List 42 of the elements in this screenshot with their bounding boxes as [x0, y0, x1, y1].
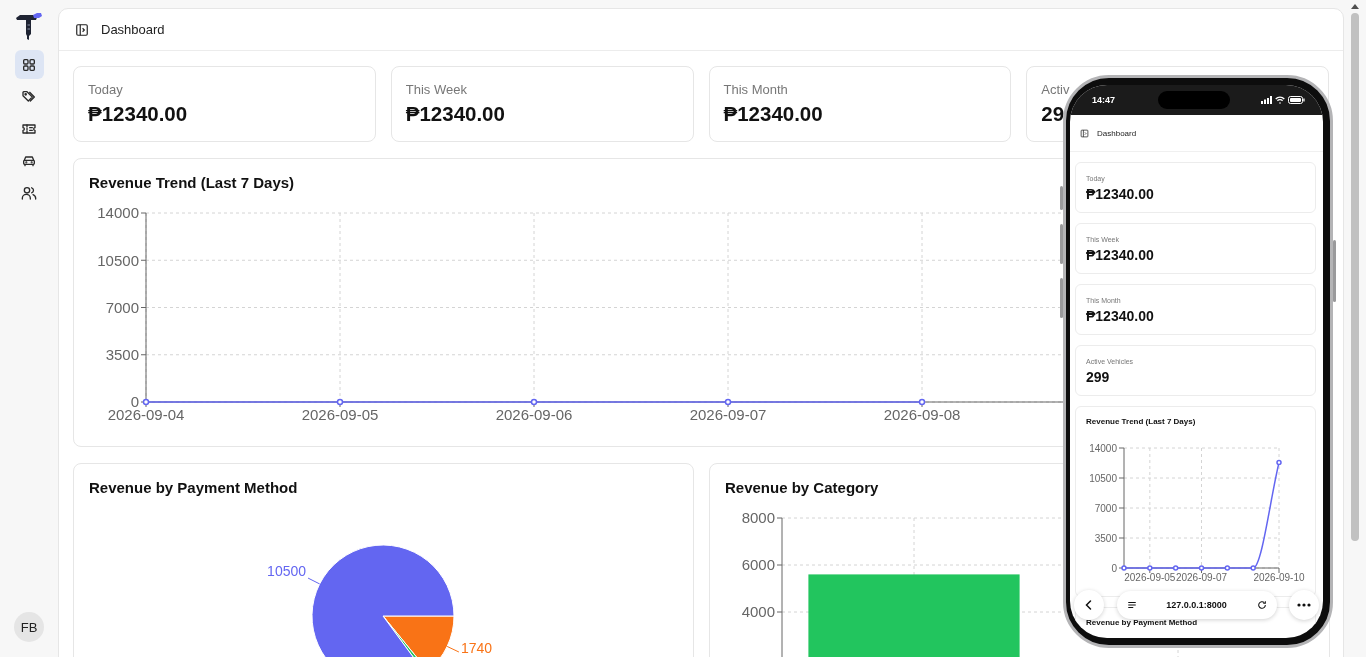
stat-value: ₱12340.00	[1086, 186, 1154, 203]
axis-label: 2026-09-06	[495, 406, 573, 423]
stat-value: ₱12340.00	[1086, 247, 1154, 264]
stat-value: 299	[1086, 369, 1110, 386]
axis-label: 2026-09-05	[301, 406, 379, 423]
value-label: 10500	[267, 563, 307, 580]
axis-label: 2026-09-07	[689, 406, 767, 423]
stat-value: ₱12340.00	[723, 101, 823, 127]
page-title: Dashboard	[101, 22, 165, 37]
chart-title: Revenue Trend (Last 7 Days)	[89, 173, 295, 193]
axis-label: 2026-09-08	[883, 406, 961, 423]
axis-label: 2026-09-10	[1253, 572, 1305, 583]
axis-label: 14000	[1089, 442, 1117, 454]
stat-label: This Month	[723, 82, 788, 98]
url-text: 127.0.0.1:8000	[1165, 600, 1228, 610]
status-time: 14:47	[1092, 95, 1116, 105]
chart-title: Revenue by Payment Method	[89, 478, 298, 498]
axis-label: 14000	[97, 204, 139, 222]
stat-value: 29	[1041, 101, 1065, 127]
axis-label: 2026-09-05	[1124, 572, 1176, 583]
axis-label: 7000	[1094, 502, 1117, 514]
stat-label: This Week	[405, 82, 467, 98]
axis-label: 10500	[1089, 472, 1117, 484]
stat-value: ₱12340.00	[405, 101, 505, 127]
axis-label: 3500	[105, 346, 139, 363]
value-label: 1740	[460, 640, 493, 656]
axis-label: 0	[1111, 562, 1117, 574]
chart-title: Revenue Trend (Last 7 Days)	[1086, 416, 1196, 427]
stat-value: ₱12340.00	[88, 101, 188, 127]
stat-value: ₱12340.00	[1086, 308, 1154, 325]
axis-label: 3500	[1094, 532, 1117, 544]
axis-label: 4000	[741, 603, 775, 620]
stat-label: Activ	[1041, 82, 1070, 98]
stat-label: Today	[88, 82, 123, 98]
axis-label: 10500	[97, 251, 139, 269]
chart-title: Revenue by Category	[725, 478, 879, 498]
axis-label: 8000	[741, 509, 775, 526]
axis-label: 2026-09-07	[1175, 572, 1228, 583]
page-title: Dashboard	[1097, 128, 1137, 138]
chart-title: Revenue by Payment Method	[1086, 617, 1198, 628]
axis-label: 7000	[105, 298, 139, 316]
axis-label: 6000	[741, 556, 775, 573]
